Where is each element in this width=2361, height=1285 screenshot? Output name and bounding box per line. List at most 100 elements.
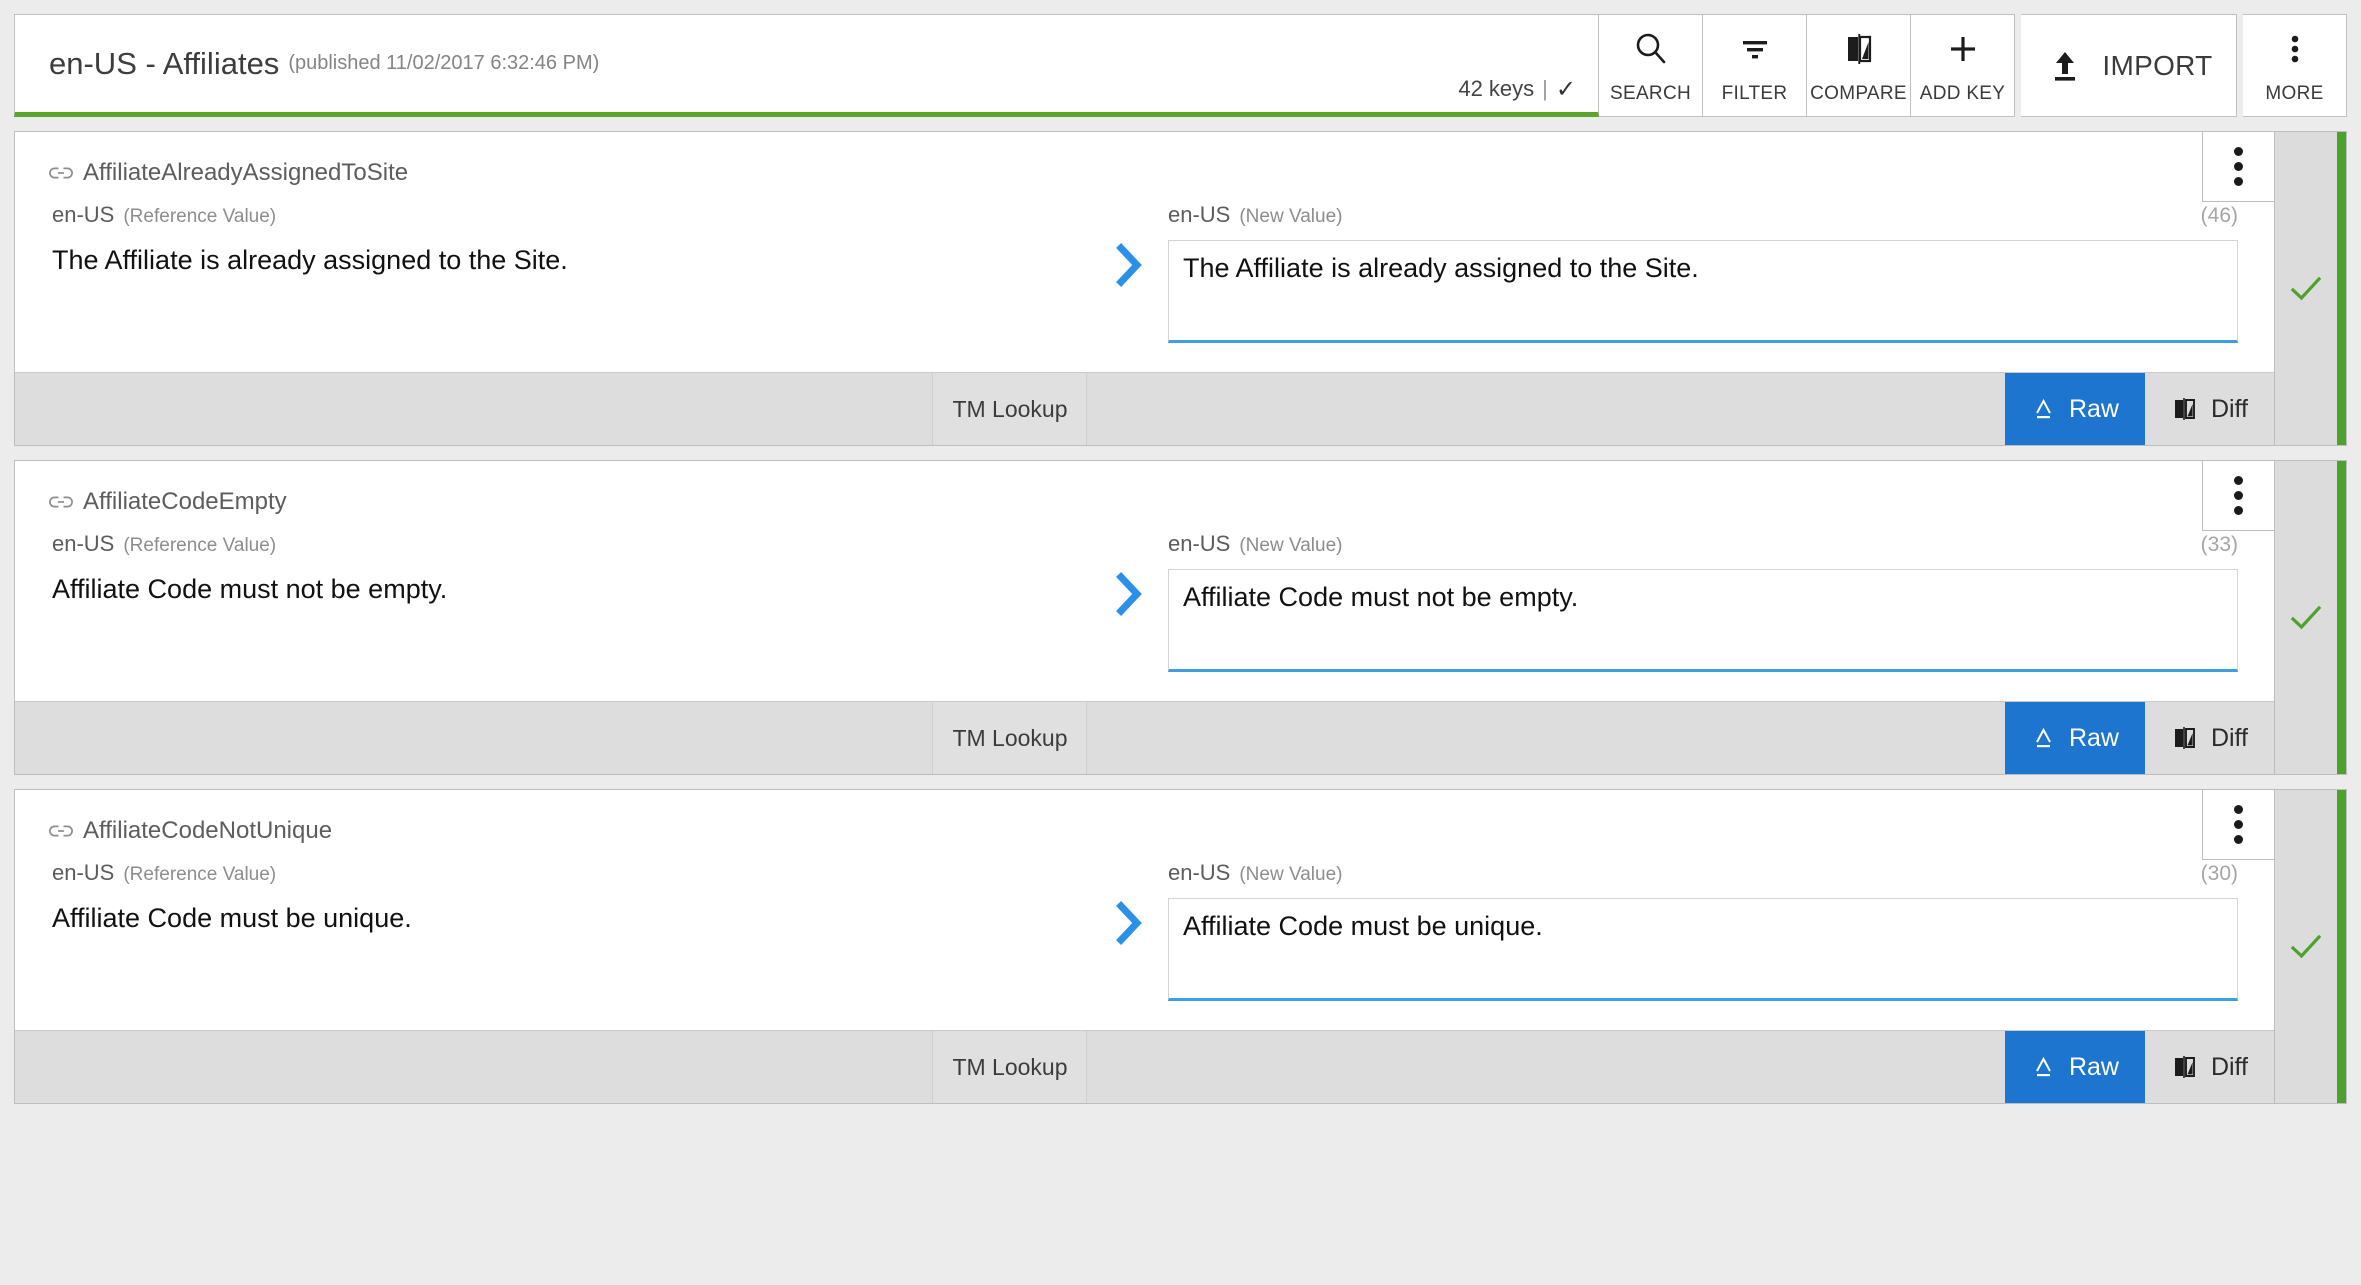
plus-icon bbox=[1911, 15, 2014, 83]
footer-spacer-right bbox=[1087, 702, 2004, 774]
key-card-main: AffiliateAlreadyAssignedToSite en-US (Re… bbox=[15, 132, 2275, 445]
import-button[interactable]: IMPORT bbox=[2021, 14, 2237, 117]
row-status-strip bbox=[2274, 132, 2346, 445]
filter-icon bbox=[1703, 15, 1806, 83]
diff-mode-button[interactable]: Diff bbox=[2144, 1031, 2275, 1103]
tm-lookup-button[interactable]: TM Lookup bbox=[932, 702, 1088, 774]
key-card-footer: TM Lookup Raw Diff bbox=[15, 701, 2275, 774]
new-value-input[interactable]: Affiliate Code must not be empty. bbox=[1168, 569, 2238, 672]
search-icon bbox=[1599, 15, 1702, 83]
key-card-panes: en-US (Reference Value) The Affiliate is… bbox=[15, 192, 2274, 343]
reference-value: The Affiliate is already assigned to the… bbox=[52, 245, 568, 275]
footer-spacer-left bbox=[15, 373, 932, 445]
key-card-body: AffiliateAlreadyAssignedToSite en-US (Re… bbox=[15, 132, 2274, 372]
new-lang-note: (New Value) bbox=[1239, 206, 1343, 227]
reference-lang-line: en-US (Reference Value) bbox=[52, 860, 1090, 890]
new-lang-note: (New Value) bbox=[1239, 535, 1343, 556]
new-value-pane: en-US (New Value) (30) Affiliate Code mu… bbox=[1168, 860, 2274, 1001]
status-check-icon bbox=[2289, 272, 2323, 306]
char-count: (30) bbox=[2200, 862, 2238, 885]
tm-lookup-button[interactable]: TM Lookup bbox=[932, 373, 1088, 445]
new-value-pane: en-US (New Value) (46) The Affiliate is … bbox=[1168, 202, 2274, 343]
row-menu-button[interactable] bbox=[2202, 461, 2274, 531]
new-value-input[interactable]: Affiliate Code must be unique. bbox=[1168, 898, 2238, 1001]
new-lang-note: (New Value) bbox=[1239, 864, 1343, 885]
select-all-check-icon[interactable]: ✓ bbox=[1556, 78, 1576, 102]
diff-mode-button[interactable]: Diff bbox=[2144, 373, 2275, 445]
reference-lang-note: (Reference Value) bbox=[123, 864, 277, 885]
reference-lang-line: en-US (Reference Value) bbox=[52, 202, 1090, 232]
compare-icon bbox=[2171, 395, 2199, 423]
key-card-panes: en-US (Reference Value) Affiliate Code m… bbox=[15, 850, 2274, 1001]
diff-mode-button[interactable]: Diff bbox=[2144, 702, 2275, 774]
diff-mode-label: Diff bbox=[2210, 394, 2249, 423]
new-value-pane: en-US (New Value) (33) Affiliate Code mu… bbox=[1168, 531, 2274, 672]
key-card-panes: en-US (Reference Value) Affiliate Code m… bbox=[15, 521, 2274, 672]
kebab-icon bbox=[2234, 476, 2243, 515]
key-name-row: AffiliateAlreadyAssignedToSite bbox=[15, 154, 2274, 192]
key-name[interactable]: AffiliateCodeNotUnique bbox=[83, 817, 332, 845]
compare-button[interactable]: COMPARE bbox=[1807, 14, 1911, 117]
raw-mode-label: Raw bbox=[2068, 723, 2119, 752]
key-name[interactable]: AffiliateAlreadyAssignedToSite bbox=[83, 159, 408, 187]
key-card-body: AffiliateCodeEmpty en-US (Reference Valu… bbox=[15, 461, 2274, 701]
filter-button[interactable]: FILTER bbox=[1703, 14, 1807, 117]
app-root: en-US - Affiliates (published 11/02/2017… bbox=[0, 0, 2361, 1285]
reference-pane: en-US (Reference Value) Affiliate Code m… bbox=[15, 860, 1090, 936]
raw-mode-button[interactable]: Raw bbox=[2004, 373, 2145, 445]
add-key-button[interactable]: ADD KEY bbox=[1911, 14, 2015, 117]
published-timestamp: (published 11/02/2017 6:32:46 PM) bbox=[288, 52, 600, 74]
row-menu-button[interactable] bbox=[2202, 790, 2274, 860]
new-value-input[interactable]: The Affiliate is already assigned to the… bbox=[1168, 240, 2238, 343]
key-card: AffiliateCodeEmpty en-US (Reference Valu… bbox=[14, 460, 2347, 775]
reference-lang-code: en-US bbox=[52, 860, 115, 885]
diff-mode-label: Diff bbox=[2210, 1052, 2249, 1081]
reference-pane: en-US (Reference Value) The Affiliate is… bbox=[15, 202, 1090, 278]
raw-mode-button[interactable]: Raw bbox=[2004, 702, 2145, 774]
header-bar: en-US - Affiliates (published 11/02/2017… bbox=[14, 14, 2347, 117]
key-card: AffiliateAlreadyAssignedToSite en-US (Re… bbox=[14, 131, 2347, 446]
chevron-right-icon bbox=[1112, 242, 1146, 293]
footer-spacer-left bbox=[15, 702, 932, 774]
chevron-cell bbox=[1090, 202, 1168, 293]
title-panel: en-US - Affiliates (published 11/02/2017… bbox=[14, 14, 1599, 117]
row-menu-button[interactable] bbox=[2202, 132, 2274, 202]
key-card-footer: TM Lookup Raw Diff bbox=[15, 372, 2275, 445]
key-name[interactable]: AffiliateCodeEmpty bbox=[83, 488, 287, 516]
raw-text-icon bbox=[2031, 1054, 2057, 1080]
key-card-main: AffiliateCodeNotUnique en-US (Reference … bbox=[15, 790, 2275, 1103]
footer-spacer-left bbox=[15, 1031, 932, 1103]
footer-spacer-right bbox=[1087, 1031, 2004, 1103]
keys-count-divider: | bbox=[1542, 76, 1548, 101]
link-icon bbox=[49, 823, 73, 839]
keys-count: 42 keys | ✓ bbox=[1458, 76, 1576, 112]
kebab-icon bbox=[2243, 15, 2346, 83]
footer-spacer-right bbox=[1087, 373, 2004, 445]
raw-mode-label: Raw bbox=[2068, 394, 2119, 423]
raw-mode-button[interactable]: Raw bbox=[2004, 1031, 2145, 1103]
diff-mode-label: Diff bbox=[2210, 723, 2249, 752]
row-status-strip bbox=[2274, 790, 2346, 1103]
raw-text-icon bbox=[2031, 396, 2057, 422]
search-button[interactable]: SEARCH bbox=[1599, 14, 1703, 117]
reference-lang-code: en-US bbox=[52, 202, 115, 227]
reference-pane: en-US (Reference Value) Affiliate Code m… bbox=[15, 531, 1090, 607]
more-button[interactable]: MORE bbox=[2243, 14, 2347, 117]
key-list: AffiliateAlreadyAssignedToSite en-US (Re… bbox=[14, 131, 2347, 1104]
reference-lang-line: en-US (Reference Value) bbox=[52, 531, 1090, 561]
new-lang-code: en-US bbox=[1168, 202, 1231, 227]
chevron-right-icon bbox=[1112, 900, 1146, 951]
more-button-label: MORE bbox=[2265, 83, 2324, 104]
new-lang-code: en-US bbox=[1168, 531, 1231, 556]
keys-count-label: 42 keys bbox=[1458, 76, 1535, 101]
link-icon bbox=[49, 494, 73, 510]
key-card-footer: TM Lookup Raw Diff bbox=[15, 1030, 2275, 1103]
new-lang-line: en-US (New Value) (46) bbox=[1168, 202, 2238, 232]
reference-value: Affiliate Code must not be empty. bbox=[52, 574, 448, 604]
reference-lang-note: (Reference Value) bbox=[123, 535, 277, 556]
link-icon bbox=[49, 165, 73, 181]
new-lang-line: en-US (New Value) (33) bbox=[1168, 531, 2238, 561]
tm-lookup-button[interactable]: TM Lookup bbox=[932, 1031, 1088, 1103]
key-card-body: AffiliateCodeNotUnique en-US (Reference … bbox=[15, 790, 2274, 1030]
compare-icon bbox=[1807, 15, 1910, 83]
